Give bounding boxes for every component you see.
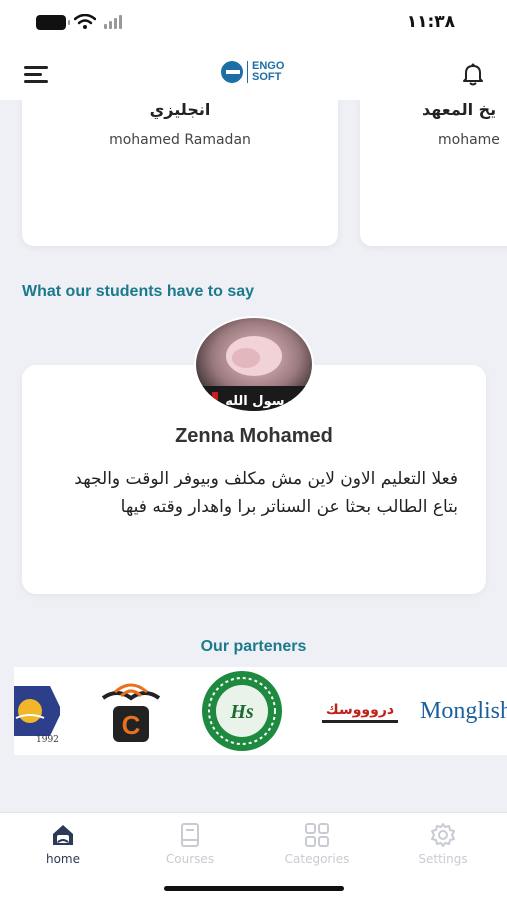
- partners-carousel[interactable]: 1992 C Hs دروووسك Monglish: [14, 667, 507, 755]
- tab-home[interactable]: home: [18, 821, 108, 866]
- tab-courses[interactable]: Courses: [145, 821, 235, 866]
- menu-icon[interactable]: [24, 63, 52, 85]
- home-icon: [53, 825, 73, 845]
- content-spacer: [0, 790, 507, 812]
- partner-hs-text: Hs: [229, 701, 254, 723]
- teacher-card[interactable]: يخ المعهد mohame: [360, 100, 507, 246]
- partner-c-book-logo[interactable]: C: [92, 667, 172, 755]
- teacher-subject: انجليزي: [149, 100, 211, 119]
- teacher-subject: يخ المعهد: [422, 100, 497, 119]
- tab-categories-label: Categories: [284, 852, 350, 866]
- gear-icon: [431, 823, 455, 847]
- status-time: ١١:٣٨: [406, 12, 455, 32]
- logo-mark: [221, 61, 243, 83]
- tab-courses-label: Courses: [165, 852, 215, 866]
- teacher-name: mohamed Ramadan: [109, 132, 251, 148]
- book-icon: [181, 823, 199, 847]
- app-header: ENGO SOFT: [0, 48, 507, 100]
- bell-icon[interactable]: [459, 60, 487, 88]
- grid-icon: [305, 823, 329, 847]
- tab-home-label: home: [45, 852, 81, 866]
- partner-monglish-text: Monglish: [419, 697, 507, 724]
- status-bar: ١١:٣٨: [0, 0, 507, 48]
- testimonials-title: What our students have to say: [22, 283, 255, 300]
- teacher-card[interactable]: انجليزي mohamed Ramadan: [22, 100, 338, 246]
- tab-categories[interactable]: Categories: [272, 821, 362, 866]
- partner-hs-geography-logo[interactable]: Hs: [194, 667, 290, 755]
- partner-dardasha-text: دروووسك: [321, 699, 399, 723]
- app-logo: ENGO SOFT: [221, 61, 284, 83]
- battery-icon: [36, 14, 70, 30]
- avatar: رسول الله: [194, 316, 314, 413]
- teacher-name: mohame: [438, 132, 500, 148]
- partner-dardasha-logo[interactable]: دروووسك: [310, 667, 410, 755]
- partner-monglish-logo[interactable]: Monglish: [416, 667, 507, 755]
- partner-1992-text: 1992: [36, 735, 59, 745]
- home-indicator: [164, 886, 344, 891]
- partners-title: Our parteners: [200, 638, 307, 655]
- wifi-icon: [74, 14, 96, 29]
- tab-settings[interactable]: Settings: [398, 821, 488, 866]
- home-content[interactable]: انجليزي mohamed Ramadan يخ المعهد mohame…: [0, 100, 507, 812]
- tab-settings-label: Settings: [418, 852, 468, 866]
- review-text: فعلا التعليم الاون لاين مش مكلف وبيوفر ا…: [74, 469, 458, 517]
- avatar-caption: رسول الله: [225, 394, 292, 409]
- rose-image: رسول الله: [196, 318, 312, 411]
- logo-bottom-text: SOFT: [252, 71, 282, 83]
- partner-c-text: C: [122, 710, 141, 740]
- reviewer-name: Zenna Mohamed: [175, 425, 333, 447]
- partner-1992-logo[interactable]: 1992: [14, 667, 60, 755]
- signal-icon: [104, 15, 122, 29]
- status-icons: [36, 14, 124, 30]
